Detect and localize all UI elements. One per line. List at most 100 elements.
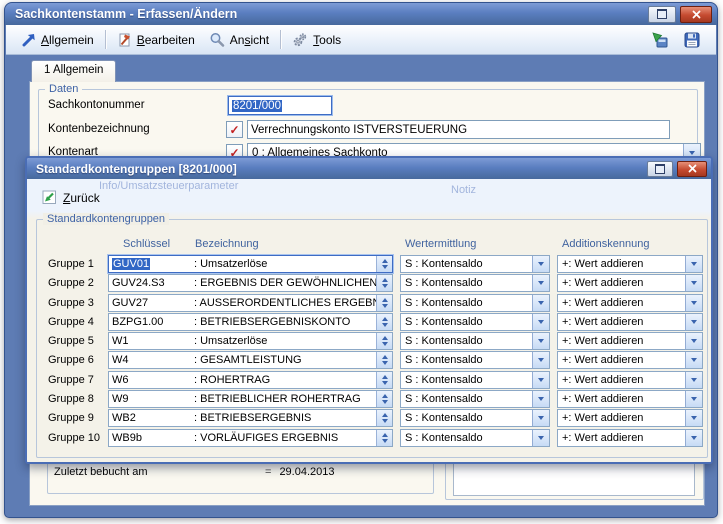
additionskennung-select[interactable]: +: Wert addieren [557,409,703,427]
group-label: Gruppe 7 [48,371,108,389]
magnifier-icon [209,32,225,48]
table-row: Gruppe 9 WB2: BETRIEBSERGEBNIS S : Konte… [48,409,703,427]
menu-item-allgemein[interactable]: Allgemein [14,29,101,50]
save-button[interactable] [682,30,702,50]
dropdown-button[interactable] [685,314,702,330]
dropdown-button[interactable] [532,275,549,291]
additionskennung-select[interactable]: +: Wert addieren [557,255,703,273]
wertermittlung-select[interactable]: S : Kontensaldo [400,313,550,331]
wertermittlung-select[interactable]: S : Kontensaldo [400,351,550,369]
schluessel-field[interactable]: GUV24.S3: ERGEBNIS DER GEWÖHNLICHEN GES [108,274,393,292]
menu-item-tools[interactable]: Tools [285,29,348,51]
additionskennung-select[interactable]: +: Wert addieren [557,294,703,312]
equals-sign: = [265,466,271,478]
dropdown-button[interactable] [685,295,702,311]
schluessel-field[interactable]: W9: BETRIEBLICHER ROHERTRAG [108,390,393,408]
wertermittlung-select[interactable]: S : Kontensaldo [400,409,550,427]
main-window: Sachkontenstamm - Erfassen/Ändern Allgem… [4,2,718,518]
kontenbezeichnung-input[interactable]: Verrechnungskonto ISTVERSTEUERUNG [247,120,670,139]
chevron-down-icon [691,358,697,362]
wertermittlung-select[interactable]: S : Kontensaldo [400,294,550,312]
spinner-button[interactable] [376,410,392,426]
standardkontengruppen-dialog: Standardkontengruppen [8201/000] Info/Um… [25,156,713,464]
schluessel-field[interactable]: WB2: BETRIEBSERGEBNIS [108,409,393,427]
wertermittlung-select[interactable]: S : Kontensaldo [400,274,550,292]
standardkontengruppen-legend: Standardkontengruppen [43,213,169,225]
dropdown-button[interactable] [685,256,702,272]
spinner-button[interactable] [376,430,392,446]
dropdown-button[interactable] [532,256,549,272]
schluessel-field[interactable]: W6: ROHERTRAG [108,371,393,389]
dropdown-button[interactable] [685,391,702,407]
spin-down-icon [382,361,388,365]
menu-item-ansicht[interactable]: Ansicht [202,29,276,51]
maximize-icon [657,9,667,19]
dropdown-button[interactable] [532,314,549,330]
chevron-down-icon [538,416,544,420]
chevron-down-icon [691,301,697,305]
zurueck-button[interactable]: Zurück [35,188,107,207]
spinner-button[interactable] [376,391,392,407]
chevron-down-icon [691,436,697,440]
schluessel-field[interactable]: GUV27: AUSSERORDENTLICHES ERGEBNIS [108,294,393,312]
dropdown-button[interactable] [532,333,549,349]
schluessel-field[interactable]: WB9b: VORLÄUFIGES ERGEBNIS [108,429,393,447]
dropdown-button[interactable] [532,391,549,407]
table-row: Gruppe 1 GUV01: Umsatzerlöse S : Kontens… [48,255,703,273]
spinner-button[interactable] [376,295,392,311]
group-label: Gruppe 5 [48,332,108,350]
table-row: Gruppe 6 W4: GESAMTLEISTUNG S : Kontensa… [48,351,703,369]
dialog-titlebar: Standardkontengruppen [8201/000] [27,158,711,179]
sachkontonummer-input[interactable]: 8201/000 [228,96,332,115]
menu-item-bearbeiten[interactable]: Bearbeiten [110,29,202,50]
back-icon [42,190,57,205]
spin-up-icon [382,355,388,359]
spinner-button[interactable] [376,314,392,330]
additionskennung-select[interactable]: +: Wert addieren [557,313,703,331]
wertermittlung-select[interactable]: S : Kontensaldo [400,332,550,350]
dialog-close-button[interactable] [677,161,707,177]
dropdown-button[interactable] [685,352,702,368]
dropdown-button[interactable] [532,295,549,311]
kontenbezeichnung-check-button[interactable]: ✓ [226,121,243,138]
table-row: Gruppe 8 W9: BETRIEBLICHER ROHERTRAG S :… [48,390,703,408]
chevron-down-icon [538,397,544,401]
additionskennung-select[interactable]: +: Wert addieren [557,274,703,292]
tab-allgemein[interactable]: 1 Allgemein [31,60,116,82]
schluessel-field[interactable]: GUV01: Umsatzerlöse [108,255,393,273]
additionskennung-select[interactable]: +: Wert addieren [557,351,703,369]
wertermittlung-select[interactable]: S : Kontensaldo [400,429,550,447]
maximize-button[interactable] [648,6,676,23]
close-button[interactable] [680,6,712,23]
additionskennung-select[interactable]: +: Wert addieren [557,371,703,389]
table-row: Gruppe 3 GUV27: AUSSERORDENTLICHES ERGEB… [48,294,703,312]
dropdown-button[interactable] [685,275,702,291]
spinner-button[interactable] [376,333,392,349]
dropdown-button[interactable] [685,333,702,349]
additionskennung-select[interactable]: +: Wert addieren [557,332,703,350]
dropdown-button[interactable] [685,372,702,388]
schluessel-field[interactable]: W4: GESAMTLEISTUNG [108,351,393,369]
schluessel-field[interactable]: W1: Umsatzerlöse [108,332,393,350]
dropdown-button[interactable] [685,410,702,426]
spinner-button[interactable] [376,372,392,388]
wertermittlung-select[interactable]: S : Kontensaldo [400,371,550,389]
dropdown-button[interactable] [532,372,549,388]
chevron-down-icon [691,397,697,401]
schluessel-field[interactable]: BZPG1.00: BETRIEBSERGEBNISKONTO [108,313,393,331]
spinner-button[interactable] [376,275,392,291]
dropdown-button[interactable] [532,430,549,446]
spinner-button[interactable] [376,256,392,272]
dropdown-button[interactable] [532,410,549,426]
wertermittlung-select[interactable]: S : Kontensaldo [400,390,550,408]
dialog-maximize-button[interactable] [647,161,673,177]
additionskennung-select[interactable]: +: Wert addieren [557,429,703,447]
wertermittlung-select[interactable]: S : Kontensaldo [400,255,550,273]
spinner-button[interactable] [376,352,392,368]
dropdown-button[interactable] [532,352,549,368]
dropdown-button[interactable] [685,430,702,446]
group-label: Gruppe 6 [48,351,108,369]
additionskennung-select[interactable]: +: Wert addieren [557,390,703,408]
export-button[interactable] [650,30,670,50]
table-row: Gruppe 2 GUV24.S3: ERGEBNIS DER GEWÖHNLI… [48,274,703,292]
